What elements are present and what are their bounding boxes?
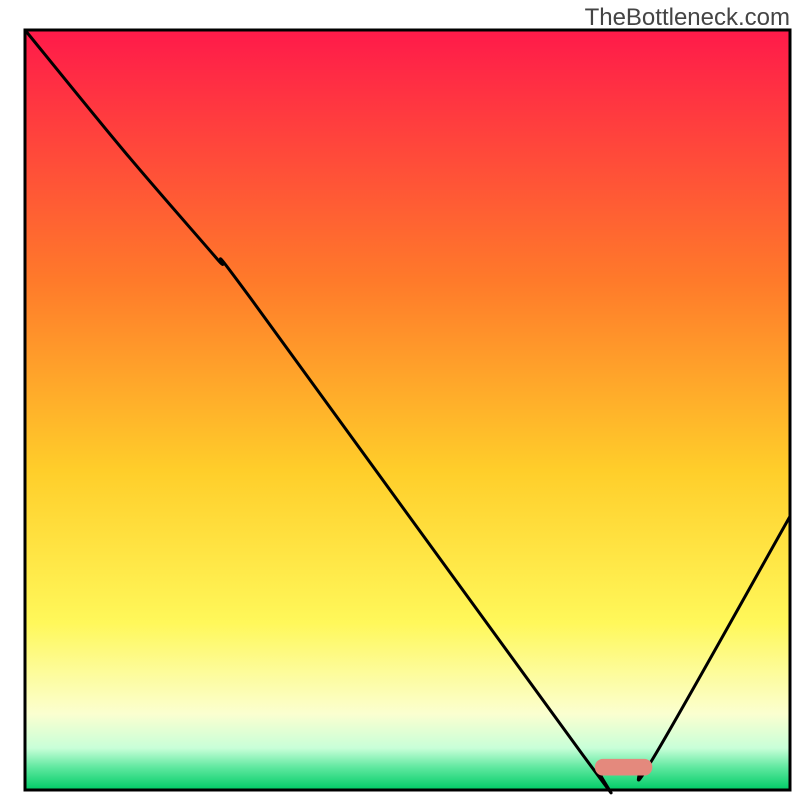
optimal-range-marker bbox=[595, 759, 652, 776]
gradient-background bbox=[25, 30, 790, 790]
bottleneck-chart bbox=[0, 0, 800, 800]
chart-container: TheBottleneck.com bbox=[0, 0, 800, 800]
watermark-text: TheBottleneck.com bbox=[585, 4, 790, 32]
